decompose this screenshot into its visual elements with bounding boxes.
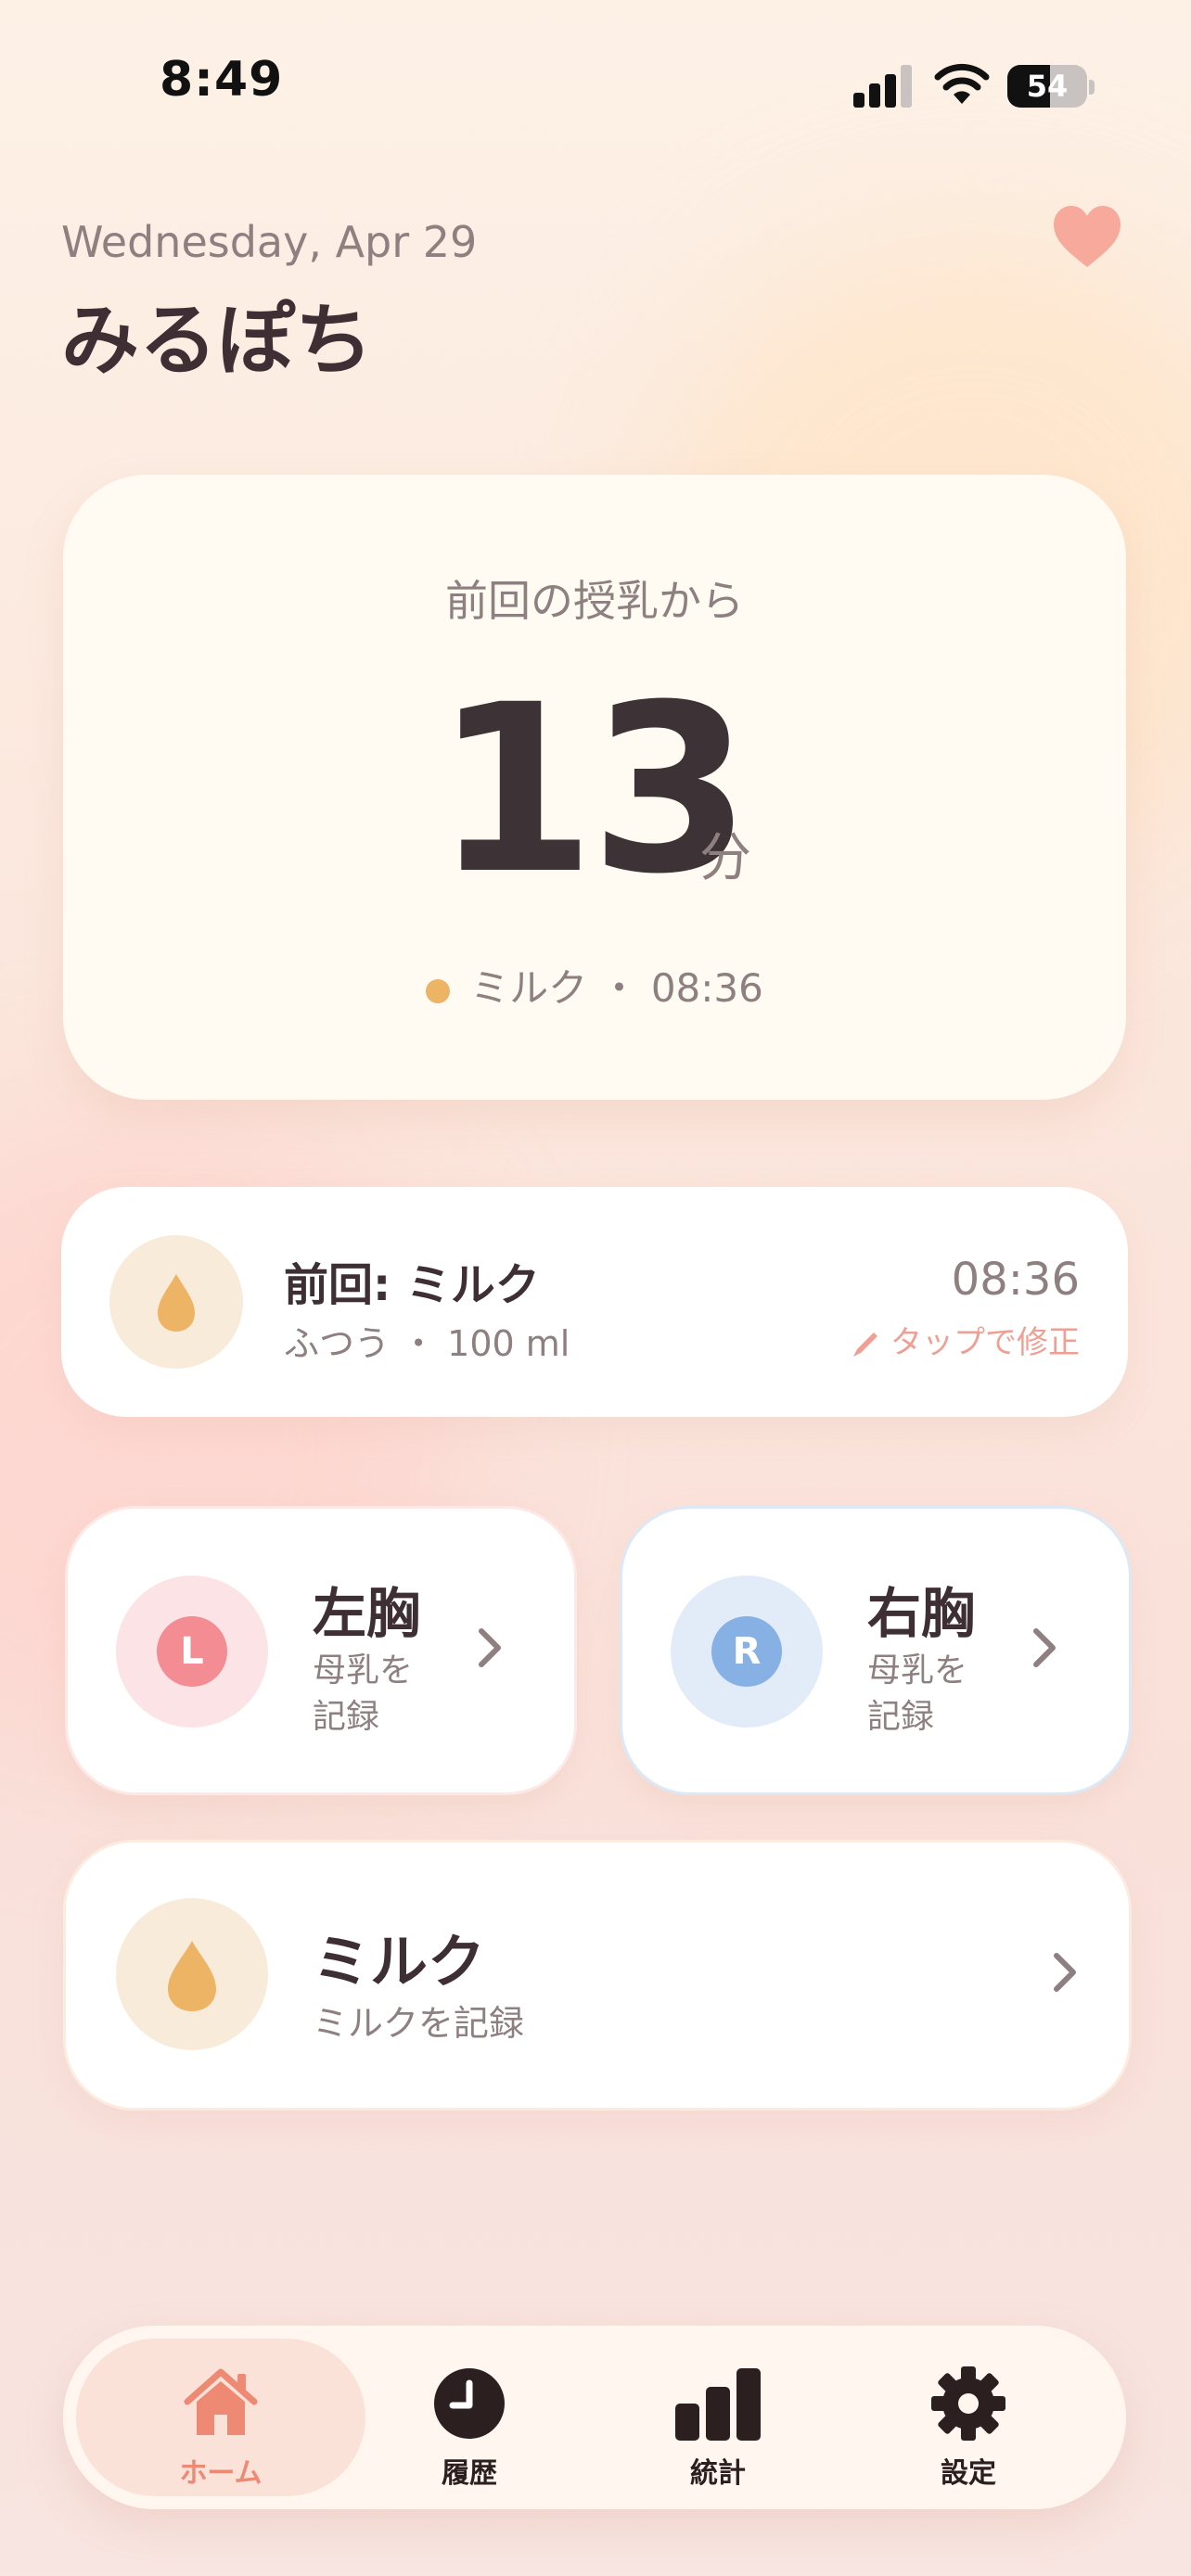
home-icon xyxy=(184,2368,258,2435)
edit-hint-text: タップで修正 xyxy=(890,1324,1080,1361)
left-breast-button[interactable]: L 左胸 母乳を記録 xyxy=(65,1506,577,1795)
battery-tip xyxy=(1089,80,1095,95)
last-feed-card[interactable]: 前回: ミルク ふつう ・ 100 ml 08:36 タップで修正 xyxy=(61,1187,1128,1417)
right-breast-icon: R xyxy=(671,1575,823,1728)
tab-stats[interactable]: 統計 xyxy=(573,2339,863,2496)
cellular-signal-icon xyxy=(853,61,913,108)
left-breast-icon: L xyxy=(116,1575,268,1728)
edit-hint[interactable]: タップで修正 xyxy=(850,1317,1080,1362)
chevron-right-icon xyxy=(479,1628,501,1667)
right-breast-button[interactable]: R 右胸 母乳を記録 xyxy=(620,1506,1132,1795)
tab-home[interactable]: ホーム xyxy=(76,2339,365,2496)
left-badge: L xyxy=(157,1616,227,1687)
last-feed-title: 前回: ミルク xyxy=(284,1259,540,1311)
elapsed-unit: 分 xyxy=(699,828,751,888)
pencil-icon xyxy=(853,1332,877,1357)
tab-bar: ホーム 履歴 統計 設定 xyxy=(63,2326,1126,2509)
right-breast-title: 右胸 xyxy=(867,1582,976,1645)
milk-subtitle: ミルクを記録 xyxy=(313,2003,525,2044)
chevron-right-icon xyxy=(1054,1953,1076,1992)
time-since-last-feed-card: 前回の授乳から 13 分 ミルク ・ 08:36 xyxy=(63,475,1126,1100)
status-time: 8:49 xyxy=(160,52,284,108)
tab-label: 設定 xyxy=(941,2457,996,2490)
bar-chart-icon xyxy=(675,2368,761,2441)
last-feed-detail: ふつう ・ 100 ml xyxy=(284,1323,570,1364)
right-badge: R xyxy=(711,1616,782,1687)
milk-button[interactable]: ミルク ミルクを記録 xyxy=(63,1840,1132,2111)
tab-label: ホーム xyxy=(179,2457,263,2490)
battery-icon: 54 xyxy=(1007,65,1087,108)
clock-icon xyxy=(434,2368,505,2439)
date-label: Wednesday, Apr 29 xyxy=(61,217,478,267)
tab-history[interactable]: 履歴 xyxy=(325,2339,614,2496)
left-breast-title: 左胸 xyxy=(313,1582,421,1645)
tab-label: 統計 xyxy=(690,2457,746,2490)
gear-icon xyxy=(931,2366,1005,2441)
last-feed-time: 08:36 xyxy=(951,1254,1080,1306)
milk-drop-icon xyxy=(109,1235,243,1369)
hero-label: 前回の授乳から xyxy=(445,576,744,626)
heart-icon[interactable] xyxy=(1052,204,1122,269)
battery-level: 54 xyxy=(1026,69,1069,104)
wifi-icon xyxy=(934,63,990,104)
tab-label: 履歴 xyxy=(442,2457,497,2490)
status-bar: 8:49 54 xyxy=(0,0,1191,176)
right-breast-subtitle: 母乳を記録 xyxy=(867,1651,968,1736)
milk-dot-icon xyxy=(426,978,451,1003)
tab-settings[interactable]: 設定 xyxy=(824,2339,1113,2496)
hero-detail: ミルク ・ 08:36 xyxy=(63,957,1126,1014)
app-title: みるぽち xyxy=(61,295,374,386)
hero-detail-text: ミルク ・ 08:36 xyxy=(470,965,763,1011)
left-breast-subtitle: 母乳を記録 xyxy=(313,1651,414,1736)
milk-title: ミルク xyxy=(313,1928,486,1996)
chevron-right-icon xyxy=(1033,1628,1056,1667)
milk-drop-icon xyxy=(116,1898,268,2050)
